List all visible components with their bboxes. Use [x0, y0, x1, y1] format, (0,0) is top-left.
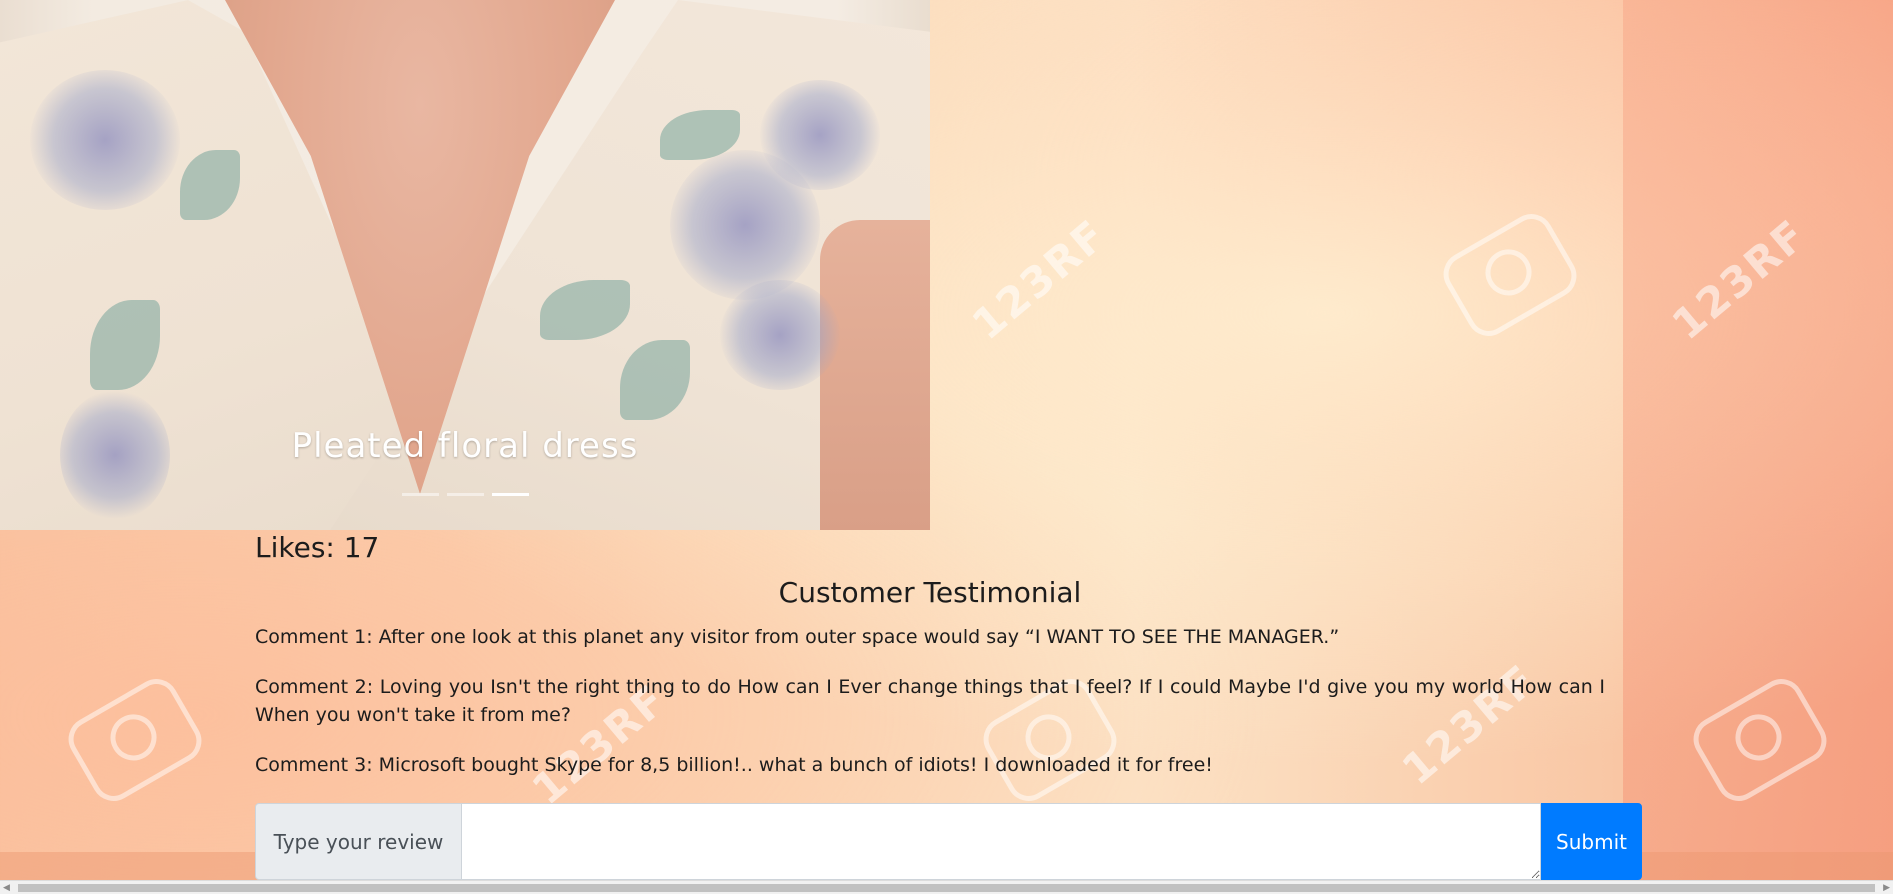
- carousel-indicator-1[interactable]: [401, 493, 439, 496]
- photo-flower-print: [760, 80, 880, 190]
- review-label: Type your review: [255, 803, 462, 880]
- photo-flower-print: [30, 70, 180, 210]
- comment-item: Comment 1: After one look at this planet…: [255, 626, 1340, 648]
- carousel-indicator-3[interactable]: [491, 493, 529, 496]
- likes-count: Likes: 17: [255, 531, 380, 564]
- scroll-right-arrow-icon[interactable]: ▶: [1883, 883, 1890, 893]
- product-carousel[interactable]: Pleated floral dress: [0, 0, 930, 530]
- horizontal-scrollbar[interactable]: ◀ ▶: [0, 880, 1893, 894]
- carousel-indicators: [0, 493, 930, 496]
- watermark-logo: 123RF: [962, 209, 1116, 350]
- review-form: Type your review Submit: [255, 803, 1642, 880]
- watermark-camera-icon: [1435, 206, 1585, 344]
- watermark-camera-icon: [60, 671, 210, 809]
- carousel-indicator-2[interactable]: [446, 493, 484, 496]
- review-input[interactable]: [462, 803, 1541, 880]
- submit-button[interactable]: Submit: [1541, 803, 1642, 880]
- carousel-caption: Pleated floral dress: [291, 426, 639, 466]
- photo-flower-print: [720, 280, 840, 390]
- scroll-left-arrow-icon[interactable]: ◀: [3, 883, 10, 893]
- scrollbar-thumb[interactable]: [18, 884, 1875, 892]
- comment-item: Comment 2: Loving you Isn't the right th…: [255, 676, 1605, 726]
- comment-item: Comment 3: Microsoft bought Skype for 8,…: [255, 754, 1213, 776]
- photo-arm-right: [820, 220, 930, 530]
- testimonial-heading: Customer Testimonial: [778, 576, 1082, 609]
- comment-list: Comment 1: After one look at this planet…: [255, 623, 1605, 801]
